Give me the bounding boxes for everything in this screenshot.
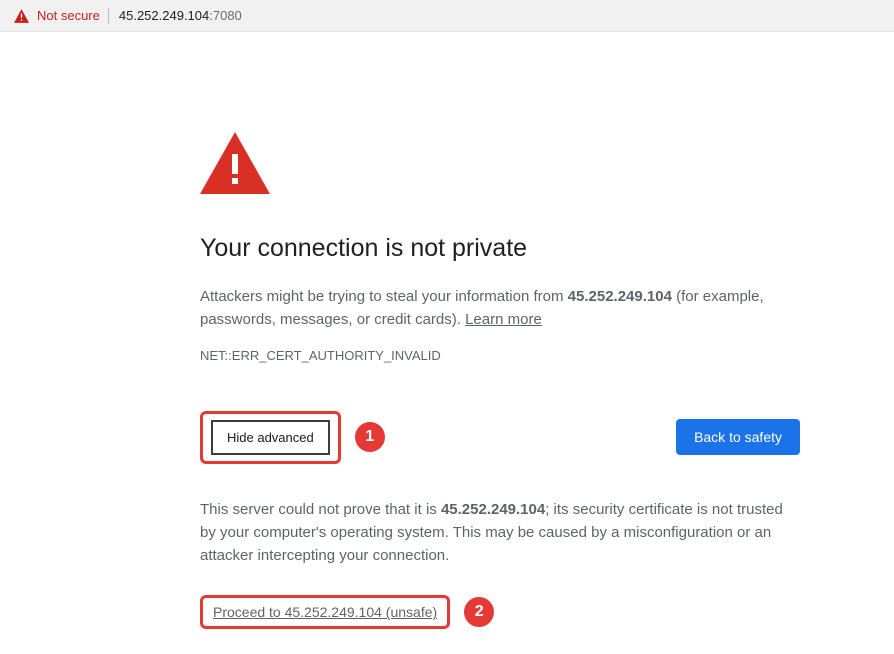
page-heading: Your connection is not private bbox=[200, 234, 800, 263]
annotation-badge-1: 1 bbox=[355, 422, 385, 452]
explain-host: 45.252.249.104 bbox=[441, 501, 545, 518]
intro-paragraph: Attackers might be trying to steal your … bbox=[200, 285, 800, 332]
proceed-unsafe-link[interactable]: Proceed to 45.252.249.104 (unsafe) bbox=[213, 604, 437, 620]
back-to-safety-button[interactable]: Back to safety bbox=[676, 419, 800, 455]
annotation-box-2: Proceed to 45.252.249.104 (unsafe) bbox=[200, 595, 450, 629]
intro-host: 45.252.249.104 bbox=[568, 288, 672, 305]
address-bar: Not secure 45.252.249.104:7080 bbox=[0, 0, 894, 32]
learn-more-link[interactable]: Learn more bbox=[465, 311, 542, 328]
interstitial-page: Your connection is not private Attackers… bbox=[0, 32, 894, 629]
error-code: NET::ERR_CERT_AUTHORITY_INVALID bbox=[200, 348, 800, 363]
explain-text-pre: This server could not prove that it is bbox=[200, 501, 441, 518]
advanced-explanation: This server could not prove that it is 4… bbox=[200, 498, 800, 568]
hide-advanced-button[interactable]: Hide advanced bbox=[211, 420, 330, 455]
proceed-row: Proceed to 45.252.249.104 (unsafe) 2 bbox=[200, 595, 800, 629]
not-secure-label: Not secure bbox=[37, 8, 100, 23]
url-host: 45.252.249.104 bbox=[119, 8, 209, 23]
intro-text-pre: Attackers might be trying to steal your … bbox=[200, 288, 568, 305]
button-row: Hide advanced 1 Back to safety bbox=[200, 411, 800, 464]
url-port: :7080 bbox=[209, 8, 242, 23]
annotation-badge-2: 2 bbox=[464, 597, 494, 627]
warning-triangle-icon bbox=[14, 9, 29, 23]
annotation-box-1: Hide advanced bbox=[200, 411, 341, 464]
address-separator bbox=[108, 8, 109, 24]
large-warning-icon bbox=[200, 132, 800, 194]
url-display[interactable]: 45.252.249.104:7080 bbox=[119, 8, 242, 23]
